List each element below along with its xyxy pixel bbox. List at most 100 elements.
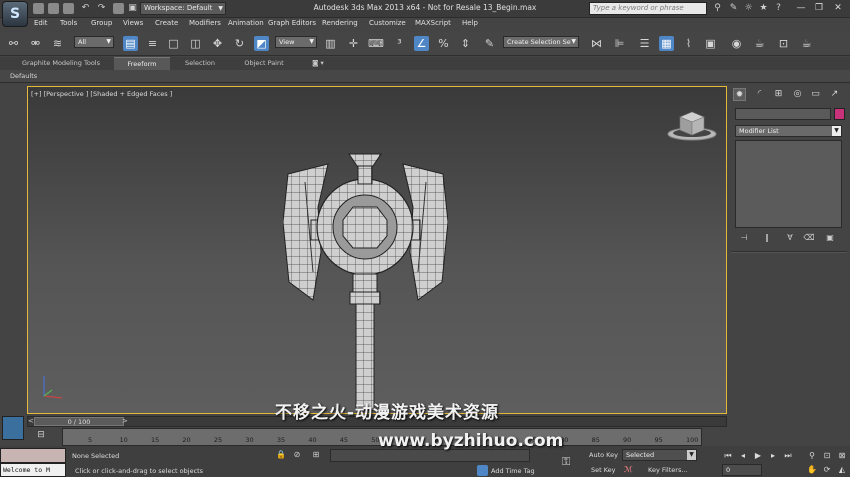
- project-folder-icon[interactable]: [113, 3, 124, 14]
- mirror-icon[interactable]: ⋈: [589, 36, 604, 51]
- next-frame-icon[interactable]: ▸: [767, 450, 779, 462]
- curve-editor-icon[interactable]: ⌇: [681, 36, 696, 51]
- menu-rendering[interactable]: Rendering: [322, 19, 358, 27]
- select-by-name-icon[interactable]: ≡: [145, 36, 160, 51]
- isolate-selection-icon[interactable]: ⊘: [292, 450, 302, 460]
- menu-tools[interactable]: Tools: [60, 19, 77, 27]
- search-input[interactable]: Type a keyword or phrase: [589, 2, 707, 15]
- move-icon[interactable]: ✥: [210, 36, 225, 51]
- object-color-swatch[interactable]: [834, 108, 845, 120]
- pivot-center-icon[interactable]: ▥: [323, 36, 338, 51]
- pin-stack-icon[interactable]: ⊣: [737, 232, 751, 243]
- menu-customize[interactable]: Customize: [369, 19, 406, 27]
- key-filters-button[interactable]: Key Filters...: [648, 466, 688, 474]
- tab-freeform[interactable]: Freeform: [114, 57, 170, 70]
- undo-icon[interactable]: ↶: [80, 3, 91, 14]
- zoom-icon[interactable]: ⚲: [806, 450, 818, 462]
- play-icon[interactable]: ▶: [752, 450, 764, 462]
- set-key-mode-icon[interactable]: ℳ: [624, 465, 638, 476]
- modify-tab-icon[interactable]: ◜: [753, 88, 766, 101]
- menu-views[interactable]: Views: [123, 19, 143, 27]
- save-file-icon[interactable]: [63, 3, 74, 14]
- curve-editor-mini-icon[interactable]: ⊟: [33, 430, 49, 442]
- infocenter-icon[interactable]: ✎: [728, 3, 739, 14]
- configure-modifier-sets-icon[interactable]: ▣: [823, 232, 837, 243]
- favorites-icon[interactable]: ★: [758, 3, 769, 14]
- orbit-icon[interactable]: ⟳: [821, 464, 833, 476]
- percent-snap-icon[interactable]: %: [436, 36, 451, 51]
- maxscript-mini-listener[interactable]: Welcome to M: [0, 463, 66, 477]
- help-icon[interactable]: ?: [773, 3, 784, 14]
- menu-group[interactable]: Group: [91, 19, 112, 27]
- layer-manager-icon[interactable]: ☰: [637, 36, 652, 51]
- object-name-field[interactable]: [735, 108, 831, 120]
- rendered-frame-icon[interactable]: ⊡: [776, 36, 791, 51]
- render-setup-icon[interactable]: ☕: [752, 36, 767, 51]
- menu-modifiers[interactable]: Modifiers: [189, 19, 221, 27]
- selection-lock-icon[interactable]: 🔒: [276, 450, 286, 460]
- workspace-select[interactable]: Workspace: Default ▼: [140, 2, 226, 15]
- pan-icon[interactable]: ✋: [806, 464, 818, 476]
- keyboard-shortcut-icon[interactable]: ⌨: [368, 36, 384, 51]
- utilities-tab-icon[interactable]: ↗: [828, 88, 841, 101]
- ribbon-options-icon[interactable]: ◙ ▾: [306, 57, 330, 70]
- key-icon[interactable]: ⚿: [562, 455, 570, 469]
- go-to-start-icon[interactable]: ⏮: [722, 450, 734, 462]
- auto-key-button[interactable]: Auto Key: [589, 451, 618, 459]
- snaps-toggle-icon[interactable]: ³: [392, 36, 407, 51]
- reference-coord-select[interactable]: View ▼: [275, 36, 317, 48]
- rotate-icon[interactable]: ↻: [232, 36, 247, 51]
- unlink-icon[interactable]: ⚮: [28, 36, 43, 51]
- close-button[interactable]: ✕: [830, 1, 846, 15]
- zoom-extents-icon[interactable]: ⊡: [821, 450, 833, 462]
- window-crossing-icon[interactable]: ◫: [188, 36, 203, 51]
- current-frame-field[interactable]: 0: [722, 464, 762, 476]
- select-manipulate-icon[interactable]: ✛: [346, 36, 361, 51]
- go-to-end-icon[interactable]: ⏭: [782, 450, 794, 462]
- edit-named-selection-icon[interactable]: ✎: [482, 36, 497, 51]
- select-object-icon[interactable]: ▤: [123, 36, 138, 51]
- menu-maxscript[interactable]: MAXScript: [415, 19, 451, 27]
- scale-icon[interactable]: ◩: [254, 36, 269, 51]
- create-tab-icon[interactable]: ✹: [733, 88, 746, 101]
- spinner-snap-icon[interactable]: ⇕: [458, 36, 473, 51]
- graphite-toggle-icon[interactable]: ▦: [659, 36, 674, 51]
- field-of-view-icon[interactable]: ◭: [836, 464, 848, 476]
- menu-edit[interactable]: Edit: [34, 19, 48, 27]
- menu-animation[interactable]: Animation: [228, 19, 264, 27]
- key-mode-select[interactable]: Selected ▼: [622, 449, 697, 461]
- absolute-mode-icon[interactable]: ⊞: [311, 450, 321, 460]
- align-icon[interactable]: ⊫: [612, 36, 627, 51]
- perspective-viewport[interactable]: [+] [Perspective ] [Shaded + Edged Faces…: [27, 86, 727, 414]
- bind-space-warp-icon[interactable]: ≋: [50, 36, 65, 51]
- remove-modifier-icon[interactable]: ⌫: [802, 232, 816, 243]
- tab-selection[interactable]: Selection: [178, 57, 222, 70]
- angle-snap-icon[interactable]: ∠: [414, 36, 429, 51]
- rectangular-selection-icon[interactable]: □: [166, 36, 181, 51]
- motion-tab-icon[interactable]: ◎: [791, 88, 804, 101]
- menu-help[interactable]: Help: [462, 19, 478, 27]
- tab-graphite-modeling-tools[interactable]: Graphite Modeling Tools: [16, 57, 106, 70]
- time-slider-next-icon[interactable]: >: [122, 417, 128, 425]
- app-logo-button[interactable]: S: [2, 1, 28, 27]
- display-tab-icon[interactable]: ▭: [809, 88, 822, 101]
- menu-create[interactable]: Create: [155, 19, 178, 27]
- time-slider-prev-icon[interactable]: <: [28, 417, 34, 425]
- add-time-tag-button[interactable]: Add Time Tag: [491, 467, 535, 475]
- time-tag-icon[interactable]: [477, 465, 488, 476]
- view-cube-icon[interactable]: [666, 107, 718, 143]
- make-unique-icon[interactable]: ∀: [783, 232, 797, 243]
- open-file-icon[interactable]: [48, 3, 59, 14]
- named-selection-select[interactable]: Create Selection Se ▼: [503, 36, 579, 48]
- schematic-view-icon[interactable]: ▣: [703, 36, 718, 51]
- viewport-label[interactable]: [+] [Perspective ] [Shaded + Edged Faces…: [31, 90, 172, 98]
- render-icon[interactable]: ☕: [799, 36, 814, 51]
- search-icon[interactable]: ⚲: [712, 3, 723, 14]
- mini-curve-editor-toggle[interactable]: [2, 416, 24, 440]
- mace-model[interactable]: [283, 152, 448, 412]
- show-end-result-icon[interactable]: ‖: [760, 232, 774, 243]
- minimize-button[interactable]: —: [793, 1, 809, 15]
- new-file-icon[interactable]: [33, 3, 44, 14]
- maximize-viewport-icon[interactable]: ⊠: [836, 450, 848, 462]
- selection-filter-select[interactable]: All ▼: [74, 36, 114, 48]
